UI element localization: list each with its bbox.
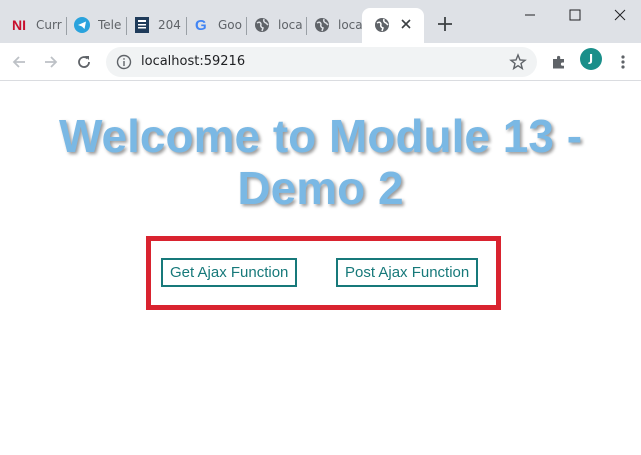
reload-button[interactable] xyxy=(70,48,98,76)
globe-icon xyxy=(374,17,390,33)
n-logo-icon: NI xyxy=(12,17,28,33)
address-bar[interactable]: localhost:59216 xyxy=(106,47,537,77)
tab-title: 204 xyxy=(158,18,181,32)
page-title: Welcome to Module 13 - Demo 2 xyxy=(58,110,583,214)
reload-icon xyxy=(78,56,90,68)
tab-6[interactable]: loca xyxy=(302,10,364,40)
maximize-button[interactable] xyxy=(553,0,597,30)
minimize-button[interactable] xyxy=(508,0,552,30)
info-icon[interactable] xyxy=(116,54,132,70)
puzzle-icon xyxy=(553,55,564,69)
tab-title: Curr xyxy=(36,18,62,32)
telegram-icon xyxy=(74,17,90,33)
arrow-right-icon xyxy=(45,56,58,68)
back-button[interactable] xyxy=(5,48,33,76)
arrow-left-icon xyxy=(12,56,25,68)
svg-text:NI: NI xyxy=(12,18,26,32)
tab-title: loca xyxy=(338,18,363,32)
globe-icon xyxy=(314,17,330,33)
extensions-button[interactable] xyxy=(545,48,573,76)
close-window-button[interactable] xyxy=(598,0,641,30)
tab-title: Goo xyxy=(218,18,242,32)
tab-active[interactable] xyxy=(362,8,424,43)
profile-avatar[interactable]: J xyxy=(580,48,602,70)
bookmark-star-icon[interactable] xyxy=(509,53,527,71)
url-text[interactable]: localhost:59216 xyxy=(141,54,245,69)
svg-text:G: G xyxy=(195,17,207,33)
new-tab-button[interactable] xyxy=(433,12,457,36)
tab-1[interactable]: NI Curr xyxy=(0,10,66,40)
post-ajax-button[interactable]: Post Ajax Function xyxy=(336,258,479,287)
tab-strip: NI Curr Tele 204 G Goo loca loca xyxy=(0,0,641,43)
tab-5[interactable]: loca xyxy=(242,10,306,40)
menu-button[interactable] xyxy=(609,48,637,76)
globe-icon xyxy=(254,17,270,33)
document-icon xyxy=(134,17,150,33)
tab-4[interactable]: G Goo xyxy=(182,10,246,40)
get-ajax-button[interactable]: Get Ajax Function xyxy=(161,258,298,287)
tab-2[interactable]: Tele xyxy=(62,10,126,40)
tab-title: Tele xyxy=(98,18,122,32)
forward-button[interactable] xyxy=(37,48,65,76)
tab-3[interactable]: 204 xyxy=(122,10,186,40)
close-tab-icon[interactable] xyxy=(398,16,414,32)
tab-title: loca xyxy=(278,18,303,32)
google-icon: G xyxy=(194,17,210,33)
browser-toolbar: localhost:59216 xyxy=(0,43,641,81)
kebab-menu-icon xyxy=(621,55,625,69)
